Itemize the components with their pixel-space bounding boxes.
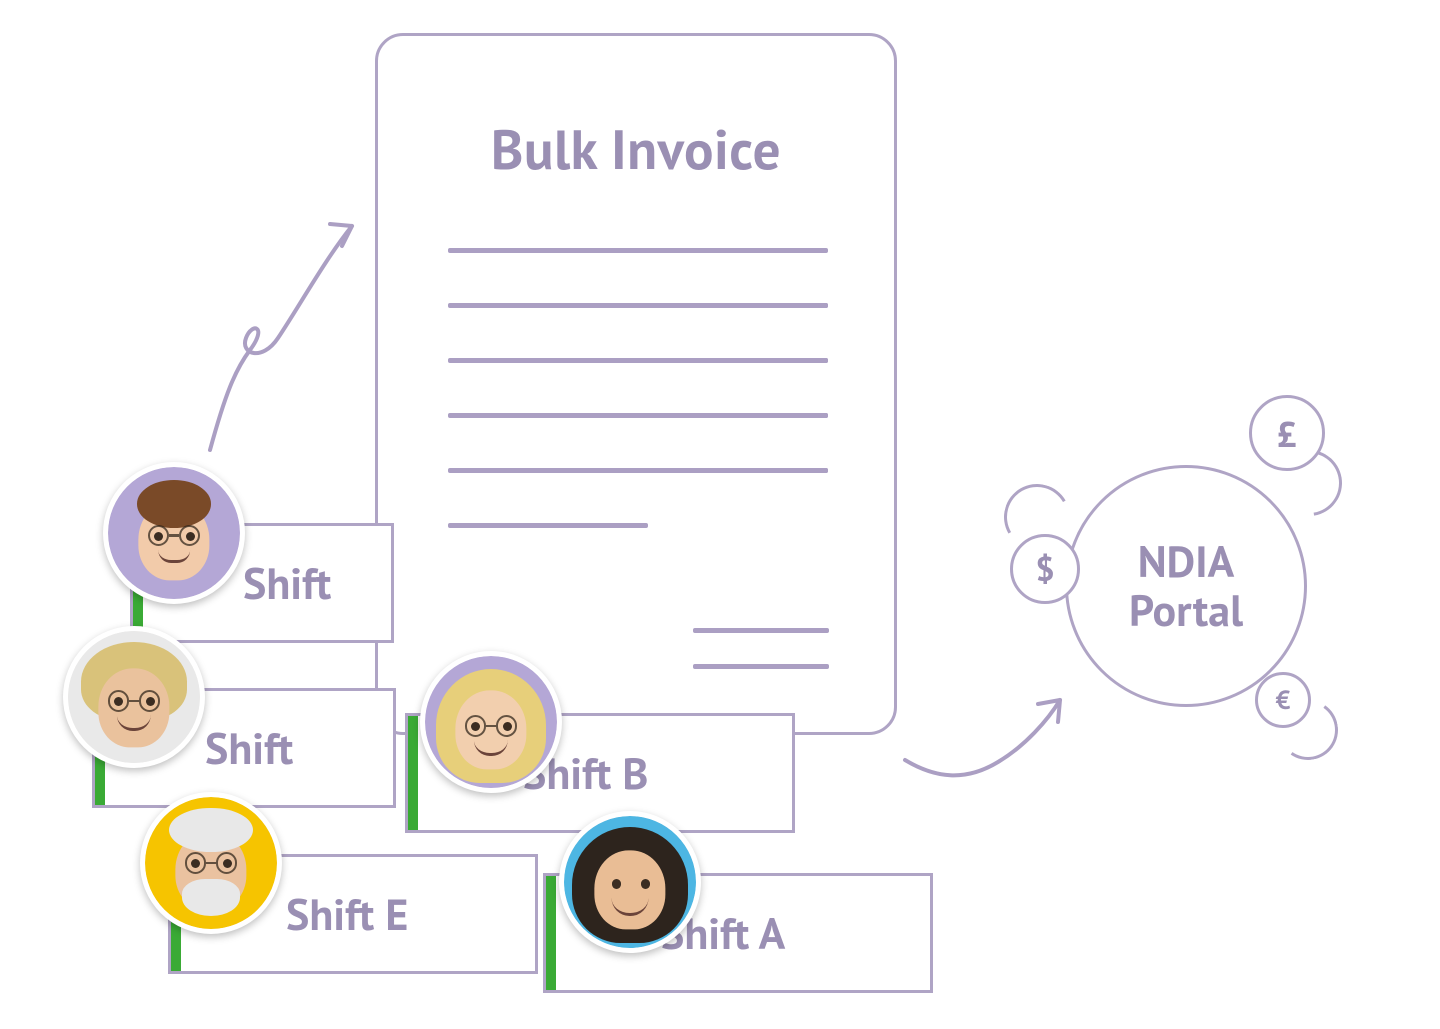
- dollar-icon: $: [1010, 534, 1080, 604]
- avatar-person-a: [559, 811, 701, 953]
- invoice-total-line: [693, 664, 829, 669]
- portal-label: NDIAPortal: [1129, 537, 1243, 636]
- ndia-portal-bubble: NDIAPortal: [1065, 465, 1307, 707]
- shift-accent: [408, 716, 418, 830]
- avatar-person-d: [63, 626, 205, 768]
- avatar-person-c: [103, 462, 245, 604]
- invoice-line: [723, 413, 828, 418]
- avatar-person-e: [140, 792, 282, 934]
- bulk-invoice-document: Bulk Invoice: [375, 33, 897, 735]
- invoice-line: [723, 303, 828, 308]
- pound-icon: £: [1249, 395, 1325, 471]
- invoice-line: [448, 248, 828, 253]
- invoice-line: [723, 358, 828, 363]
- invoice-line: [723, 468, 828, 473]
- shift-accent: [546, 876, 556, 990]
- euro-icon: €: [1255, 672, 1311, 728]
- avatar-person-b: [420, 651, 562, 793]
- invoice-total-line: [693, 628, 829, 633]
- invoice-line: [448, 523, 648, 528]
- invoice-title: Bulk Invoice: [378, 114, 894, 185]
